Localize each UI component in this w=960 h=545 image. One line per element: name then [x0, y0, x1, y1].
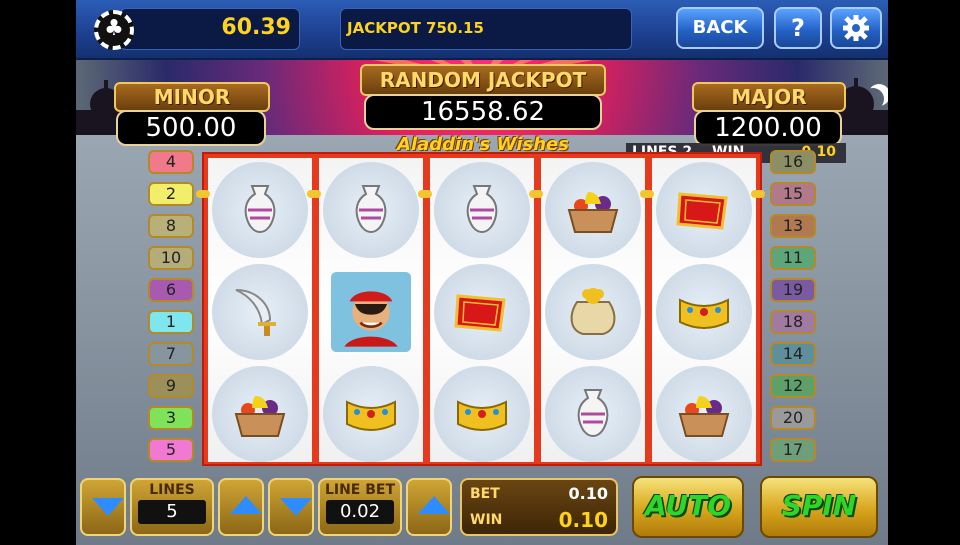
- arrow-up-icon: [418, 496, 450, 514]
- payline-tab-11[interactable]: 11: [770, 246, 816, 270]
- reel-3: [430, 158, 534, 462]
- payline-marker: [307, 190, 321, 198]
- linebet-decrease-button[interactable]: [268, 478, 314, 536]
- major-jackpot-label: MAJOR: [692, 82, 846, 112]
- lines-label: LINES: [149, 482, 195, 498]
- vase-icon: [212, 162, 308, 258]
- payline-tab-19[interactable]: 19: [770, 278, 816, 302]
- random-jackpot-value: 16558.62: [364, 94, 602, 130]
- casino-chip-icon: ♣: [94, 10, 134, 50]
- linebet-increase-button[interactable]: [406, 478, 452, 536]
- arrow-down-icon: [92, 498, 124, 516]
- payline-marker: [529, 190, 543, 198]
- lines-increase-button[interactable]: [218, 478, 264, 536]
- payline-tab-18[interactable]: 18: [770, 310, 816, 334]
- bet-win-panel: BET 0.10 WIN 0.10: [460, 478, 618, 536]
- spin-button[interactable]: SPIN: [760, 476, 878, 538]
- payline-tab-8[interactable]: 8: [148, 214, 194, 238]
- payline-tab-7[interactable]: 7: [148, 342, 194, 366]
- arrow-up-icon: [230, 496, 262, 514]
- payline-tab-14[interactable]: 14: [770, 342, 816, 366]
- balance-value: 60.39: [221, 15, 291, 40]
- balance-display: 60.39: [120, 8, 300, 50]
- vase-icon: [545, 366, 641, 462]
- payline-marker: [196, 190, 210, 198]
- vase-icon: [434, 162, 530, 258]
- minor-jackpot-value: 500.00: [116, 110, 266, 146]
- fruit-basket-icon: [212, 366, 308, 462]
- payline-tab-1[interactable]: 1: [148, 310, 194, 334]
- payline-tab-3[interactable]: 3: [148, 406, 194, 430]
- crown-icon: [656, 264, 752, 360]
- total-win-label: WIN: [470, 512, 503, 528]
- payline-tab-5[interactable]: 5: [148, 438, 194, 462]
- payline-tab-2[interactable]: 2: [148, 182, 194, 206]
- random-jackpot-label: RANDOM JACKPOT: [360, 64, 606, 96]
- lines-decrease-button[interactable]: [80, 478, 126, 536]
- linebet-value: 0.02: [326, 500, 394, 524]
- linebet-panel: LINE BET 0.02: [318, 478, 402, 536]
- vase-icon: [323, 162, 419, 258]
- game-stage: 60.39 ♣ JACKPOT 750.15 BACK ? MINOR 500.…: [76, 0, 888, 545]
- scimitar-icon: [212, 264, 308, 360]
- payline-marker: [751, 190, 765, 198]
- bet-value: 0.10: [568, 484, 608, 503]
- reel-1: [208, 158, 312, 462]
- lines-panel: LINES 5: [130, 478, 214, 536]
- jackpot-banner: JACKPOT 750.15: [340, 8, 632, 50]
- reel-4: [541, 158, 645, 462]
- payline-tab-4[interactable]: 4: [148, 150, 194, 174]
- payline-tab-20[interactable]: 20: [770, 406, 816, 430]
- magic-carpet-icon: [434, 264, 530, 360]
- payline-marker: [418, 190, 432, 198]
- crown-icon: [323, 366, 419, 462]
- payline-tab-15[interactable]: 15: [770, 182, 816, 206]
- auto-button[interactable]: AUTO: [632, 476, 744, 538]
- crown-icon: [434, 366, 530, 462]
- reel-5: [652, 158, 756, 462]
- payline-tab-16[interactable]: 16: [770, 150, 816, 174]
- crescent-moon-icon: [862, 88, 884, 110]
- payline-tab-10[interactable]: 10: [148, 246, 194, 270]
- payline-marker: [640, 190, 654, 198]
- payline-tab-9[interactable]: 9: [148, 374, 194, 398]
- top-bar: 60.39 ♣ JACKPOT 750.15 BACK ?: [76, 0, 888, 60]
- help-button[interactable]: ?: [774, 7, 822, 49]
- jackpot-banner-text: JACKPOT 750.15: [347, 19, 484, 37]
- payline-tab-12[interactable]: 12: [770, 374, 816, 398]
- reel-area: [202, 152, 762, 466]
- lines-value: 5: [138, 500, 206, 524]
- linebet-label: LINE BET: [324, 482, 396, 498]
- bet-label: BET: [470, 486, 500, 502]
- reel-2: [319, 158, 423, 462]
- treasure-sack-icon: [545, 264, 641, 360]
- fruit-basket-icon: [545, 162, 641, 258]
- payline-tab-17[interactable]: 17: [770, 438, 816, 462]
- arrow-down-icon: [280, 498, 312, 516]
- aladdin-icon: [323, 264, 419, 360]
- gear-icon: [843, 15, 869, 41]
- payline-tab-6[interactable]: 6: [148, 278, 194, 302]
- back-button[interactable]: BACK: [676, 7, 764, 49]
- total-win-value: 0.10: [558, 508, 608, 532]
- payline-tab-13[interactable]: 13: [770, 214, 816, 238]
- settings-button[interactable]: [830, 7, 882, 49]
- major-jackpot-value: 1200.00: [694, 110, 842, 146]
- minor-jackpot-label: MINOR: [114, 82, 270, 112]
- fruit-basket-icon: [656, 366, 752, 462]
- magic-carpet-icon: [656, 162, 752, 258]
